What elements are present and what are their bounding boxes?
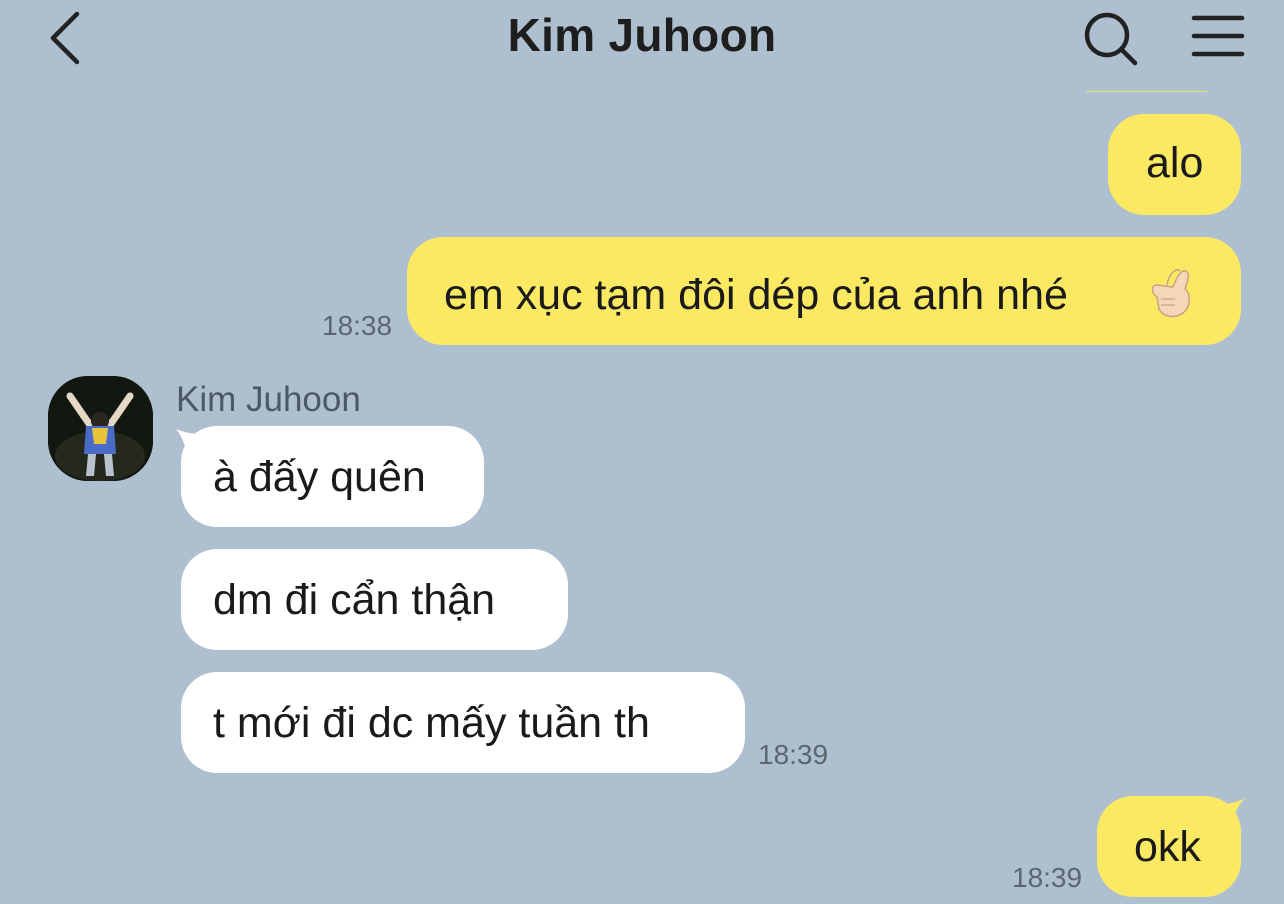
message-timestamp: 18:39 [1012, 862, 1083, 893]
message-text: t mới đi dc mấy tuần th [213, 699, 650, 747]
outgoing-message-bubble[interactable]: okk [1097, 796, 1241, 897]
message-timestamp: 18:39 [758, 739, 829, 770]
search-icon [1084, 12, 1138, 66]
message-text: alo [1146, 139, 1204, 187]
message-text: à đấy quên [213, 453, 426, 501]
outgoing-message-bubble[interactable]: alo [1108, 114, 1241, 215]
message-text: dm đi cẩn thận [213, 576, 496, 624]
incoming-message-bubble[interactable]: t mới đi dc mấy tuần th [181, 672, 745, 773]
outgoing-message-bubble[interactable]: em xục tạm đôi dép của anh nhé [407, 237, 1241, 345]
profile-photo [48, 376, 153, 481]
incoming-message-bubble[interactable]: dm đi cẩn thận [181, 549, 568, 650]
back-button[interactable] [44, 6, 88, 66]
hamburger-menu-icon [1191, 15, 1245, 57]
message-text: em xục tạm đôi dép của anh nhé [444, 271, 1068, 319]
avatar[interactable] [48, 376, 153, 481]
search-button[interactable] [1080, 8, 1140, 68]
header-divider [1086, 91, 1207, 92]
sender-name: Kim Juhoon [176, 380, 361, 419]
message-text: okk [1134, 823, 1201, 871]
incoming-message-bubble[interactable]: à đấy quên [181, 426, 484, 527]
chat-header: Kim Juhoon [0, 0, 1284, 92]
finger-heart-emoji [1151, 269, 1190, 318]
message-timestamp: 18:38 [322, 310, 393, 341]
chevron-left-icon [50, 11, 80, 65]
menu-button[interactable] [1190, 12, 1246, 64]
